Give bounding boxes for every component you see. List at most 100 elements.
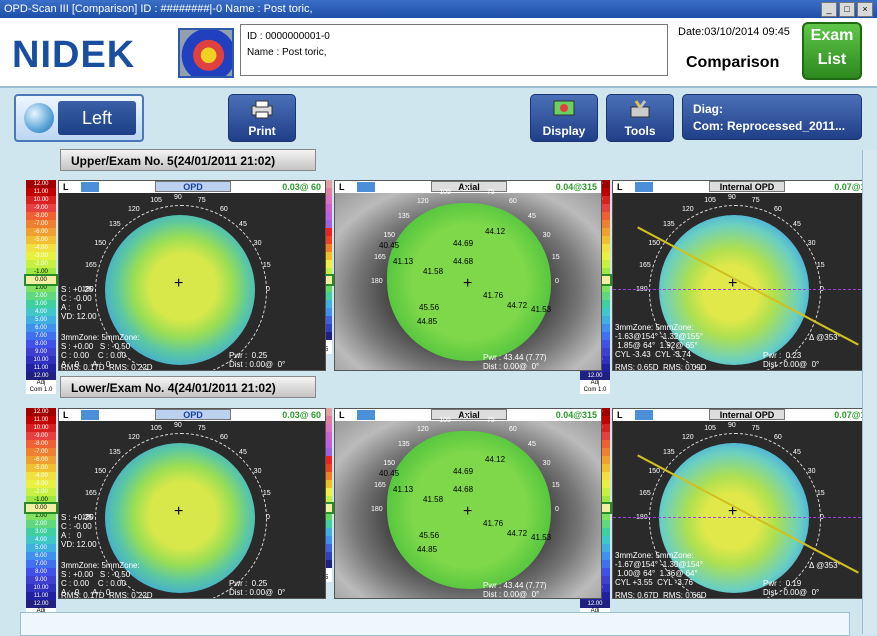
map-view[interactable]: 90 105 75 120 60 135 45 150 30 165 15 180 0 + S : +0.2… — [59, 421, 325, 598]
eye-side-toggle[interactable]: Left — [14, 94, 144, 142]
exam-list-button[interactable]: Exam List — [802, 22, 862, 80]
scale-tick: 2.00 — [26, 292, 56, 300]
angle-label: 135 — [108, 448, 121, 456]
zone-stats: 3mmZone: 5mmZone: -1.63@154° -1.32@155° … — [615, 323, 704, 359]
scale-tick: -5.00 — [26, 236, 56, 244]
map-view[interactable]: 90 105 75 120 60 135 45 150 30 165 15 180 0 +3mmZone:… — [613, 421, 877, 598]
angle-label: 165 — [374, 482, 386, 490]
angle-label: 150 — [383, 460, 395, 467]
minimize-icon[interactable]: _ — [821, 2, 837, 17]
lower-axial-panel[interactable]: L Axial 0.04@315 90 105 75 120 60 135 45 150 30 165 1… — [334, 408, 602, 599]
exam-list-label-2: List — [817, 51, 847, 68]
scale-tick: -3.00 — [26, 252, 56, 260]
scale-tick: 10.00 — [26, 356, 56, 364]
angle-label: 75 — [197, 197, 206, 205]
axial-value: 44.69 — [453, 239, 474, 248]
map-readout: 0.03@ 60 — [282, 410, 321, 420]
axial-value: 41.53 — [531, 305, 552, 314]
angle-label: 90 — [463, 186, 471, 193]
magnifier-icon[interactable] — [635, 182, 653, 192]
angle-label: 165 — [85, 490, 97, 498]
eye-label: L — [339, 410, 345, 420]
magnifier-icon[interactable] — [635, 410, 653, 420]
angle-label: 90 — [174, 194, 182, 201]
axial-value: 44.69 — [453, 467, 474, 476]
display-icon — [553, 100, 575, 116]
power-readout: Pwr : 43.44 (7.77) Dist : 0.00@ 0° — [483, 353, 547, 371]
power-readout: Pwr : 0.25 Dist : 0.00@ 0° — [229, 579, 286, 597]
scale-tick: -4.00 — [26, 472, 56, 480]
display-button[interactable]: Display — [530, 94, 598, 142]
angle-label: 105 — [150, 425, 162, 433]
magnifier-icon[interactable] — [357, 410, 375, 420]
center-cross-icon: + — [174, 503, 184, 520]
angle-label: 0 — [555, 278, 559, 285]
scale-tick: 3.00 — [26, 528, 56, 536]
print-button[interactable]: Print — [228, 94, 296, 142]
opd-color-scale: 12.00 11.00 10.00 -9.00 -8.00 -7.00 -6.00 -5.00… — [24, 408, 58, 622]
map-type-selector[interactable]: OPD — [155, 181, 231, 192]
axial-value: 44.12 — [485, 455, 506, 464]
map-view[interactable]: 90 105 75 120 60 135 45 150 30 165 15 180 0 +40.45 41.… — [335, 186, 601, 371]
angle-label: 150 — [648, 240, 660, 247]
upper-exam-header[interactable]: Upper/Exam No. 5(24/01/2011 21:02) — [60, 149, 316, 171]
rms-stats: RMS: 0.17D RMS: 0.22D — [61, 591, 153, 599]
scale-tick: 8.00 — [26, 340, 56, 348]
tools-icon — [630, 100, 650, 118]
rms-stats: RMS: 0.67D RMS: 0.66D — [615, 591, 707, 599]
close-icon[interactable]: × — [857, 2, 873, 17]
eye-icon — [24, 103, 54, 133]
upper-opd-panel[interactable]: L OPD 0.03@ 60 90 105 75 120 60 135 45 150 30 165 15 1… — [58, 180, 326, 371]
angle-label: 90 — [174, 422, 182, 429]
panel-header: L OPD 0.03@ 60 — [59, 181, 325, 193]
diagnosis-box[interactable]: Diag: Com: Reprocessed_2011... — [682, 94, 862, 140]
angle-label: 45 — [528, 212, 536, 220]
tools-button[interactable]: Tools — [606, 94, 674, 142]
center-cross-icon: + — [463, 275, 473, 292]
angle-label: 150 — [94, 468, 106, 475]
scale-tick: -1.00 — [26, 496, 56, 504]
axial-value: 45.56 — [419, 303, 440, 312]
map-type-selector[interactable]: OPD — [155, 409, 231, 420]
map-view[interactable]: 90 105 75 120 60 135 45 150 30 165 15 180 0 +3mmZone:… — [613, 193, 877, 370]
device-logo-icon — [178, 28, 234, 78]
refraction-stats: S : +0.25 C : -0.00 A : 0 VD: 12.00 — [61, 513, 97, 549]
scale-tick: -8.00 — [26, 212, 56, 220]
angle-label: 60 — [774, 434, 782, 442]
lower-opd-panel[interactable]: L OPD 0.03@ 60 90 105 75 120 60 135 45 150 30 165 15 1… — [58, 408, 326, 599]
scale-tick: -5.00 — [26, 464, 56, 472]
exam-date: Date:03/10/2014 09:45 — [678, 26, 790, 38]
magnifier-icon[interactable] — [357, 182, 375, 192]
scale-tick: 9.00 — [26, 576, 56, 584]
lower-iopd-panel[interactable]: L Internal OPD 0.07@117 90 105 75 120 60 135 45 15… — [612, 408, 877, 599]
vertical-scrollbar[interactable] — [862, 150, 877, 634]
map-type-selector[interactable]: Internal OPD — [709, 181, 785, 192]
upper-axial-panel[interactable]: L Axial 0.04@315 90 105 75 120 60 135 45 150 30 165 1… — [334, 180, 602, 371]
maximize-icon[interactable]: □ — [839, 2, 855, 17]
axial-value: 44.72 — [507, 301, 528, 310]
map-view[interactable]: 90 105 75 120 60 135 45 150 30 165 15 180 0 + S : +0.2… — [59, 193, 325, 370]
map-view[interactable]: 90 105 75 120 60 135 45 150 30 165 15 180 0 +40.45 41.… — [335, 414, 601, 598]
angle-label: 60 — [774, 206, 782, 214]
angle-label: 90 — [728, 422, 736, 429]
patient-name: Name : Post toric, — [247, 47, 327, 58]
rms-stats: RMS: 0.17D RMS: 0.22D — [61, 363, 153, 371]
magnifier-icon[interactable] — [81, 410, 99, 420]
map-type-selector[interactable]: Internal OPD — [709, 409, 785, 420]
scale-tick: -6.00 — [26, 456, 56, 464]
lower-exam-header[interactable]: Lower/Exam No. 4(24/01/2011 21:02) — [60, 376, 316, 398]
scale-tick: 11.00 — [26, 592, 56, 600]
scale-tick: -6.00 — [26, 228, 56, 236]
scale-tick: 10.00 — [26, 424, 56, 432]
scale-tick: 11.00 — [26, 188, 56, 196]
upper-iopd-panel[interactable]: L Internal OPD 0.07@117 90 105 75 120 60 135 45 15… — [612, 180, 877, 371]
angle-label: 120 — [128, 434, 140, 442]
angle-label: 150 — [94, 240, 106, 247]
center-cross-icon: + — [174, 275, 184, 292]
angle-label: 120 — [417, 198, 429, 206]
angle-label: 75 — [751, 425, 760, 433]
panel-header: L OPD 0.03@ 60 — [59, 409, 325, 421]
magnifier-icon[interactable] — [81, 182, 99, 192]
angle-label: 135 — [108, 220, 121, 228]
axial-value: 41.53 — [531, 533, 552, 542]
